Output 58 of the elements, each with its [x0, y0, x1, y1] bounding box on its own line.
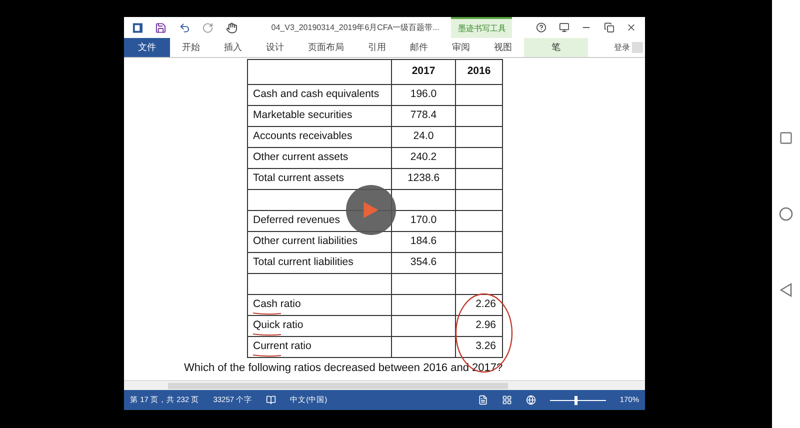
- ribbon-tab[interactable]: 页面布局: [296, 38, 356, 57]
- table-cell-text: 1238.6: [407, 171, 440, 186]
- row-label: Total current assets: [253, 171, 344, 186]
- ribbon-tab[interactable]: 笔: [524, 38, 588, 57]
- ribbon-tab[interactable]: 插入: [212, 38, 254, 57]
- zoom-slider-thumb[interactable]: [574, 396, 578, 404]
- ribbon-tab[interactable]: 文件: [124, 38, 170, 57]
- table-cell-text: 778.4: [410, 108, 437, 124]
- home-icon[interactable]: [779, 207, 793, 221]
- table-cell-text: 3.26: [476, 339, 496, 354]
- read-mode-icon[interactable]: [478, 395, 488, 405]
- app-icon: [132, 22, 144, 34]
- row-label: Quick ratio: [253, 318, 304, 334]
- table-cell-text: 170.0: [410, 213, 437, 228]
- ribbon-tab[interactable]: 审阅: [440, 38, 482, 57]
- ribbon-tab[interactable]: 设计: [254, 38, 296, 57]
- avatar: [632, 42, 643, 53]
- restore-icon[interactable]: [604, 22, 614, 33]
- row-label: Marketable securities: [253, 108, 352, 124]
- redo-icon[interactable]: [202, 22, 214, 34]
- ribbon-tab[interactable]: 邮件: [398, 38, 440, 57]
- table-cell-text: 2.26: [476, 297, 496, 312]
- column-header: 2017: [392, 60, 456, 84]
- row-label: Deferred revenues: [253, 213, 340, 228]
- ribbon-tab[interactable]: 引用: [356, 38, 398, 57]
- row-label: Other current liabilities: [253, 234, 358, 250]
- row-label: Current ratio: [253, 339, 312, 354]
- row-label: Total current liabilities: [253, 255, 354, 270]
- play-button[interactable]: [346, 185, 396, 235]
- column-header: 2016: [466, 64, 492, 80]
- row-label: Cash ratio: [253, 297, 301, 312]
- ribbon-tab[interactable]: 开始: [170, 38, 212, 57]
- help-icon[interactable]: [536, 22, 547, 33]
- play-icon: [362, 200, 380, 220]
- proofing-icon[interactable]: [266, 395, 276, 405]
- close-icon[interactable]: [626, 22, 637, 33]
- back-icon[interactable]: [779, 283, 793, 297]
- table-cell-text: 354.6: [410, 255, 437, 270]
- touch-icon[interactable]: [226, 22, 238, 34]
- save-icon[interactable]: [155, 22, 167, 34]
- window-title: 04_V3_20190314_2019年6月CFA一级百题带...: [271, 22, 440, 34]
- display-options-icon[interactable]: [558, 22, 570, 33]
- table-cell-text: 196.0: [410, 87, 437, 102]
- undo-icon[interactable]: [178, 22, 190, 34]
- print-layout-icon[interactable]: [502, 395, 512, 405]
- row-label: Cash and cash equivalents: [253, 87, 380, 102]
- row-label: Accounts receivables: [253, 129, 352, 144]
- table-cell-text: 24.0: [413, 129, 434, 144]
- web-layout-icon[interactable]: [526, 395, 536, 405]
- row-label: Other current assets: [253, 150, 348, 166]
- recents-icon[interactable]: [779, 131, 793, 145]
- ribbon-tab[interactable]: 视图: [482, 38, 524, 57]
- table-cell-text: 2.96: [476, 318, 496, 334]
- sign-in-link[interactable]: 登录: [614, 42, 630, 54]
- contextual-tab-title: 墨迹书写工具: [451, 17, 512, 38]
- table-cell-text: 184.6: [410, 234, 437, 250]
- table-cell-text: 240.2: [410, 150, 437, 166]
- horizontal-scrollbar[interactable]: [124, 380, 645, 390]
